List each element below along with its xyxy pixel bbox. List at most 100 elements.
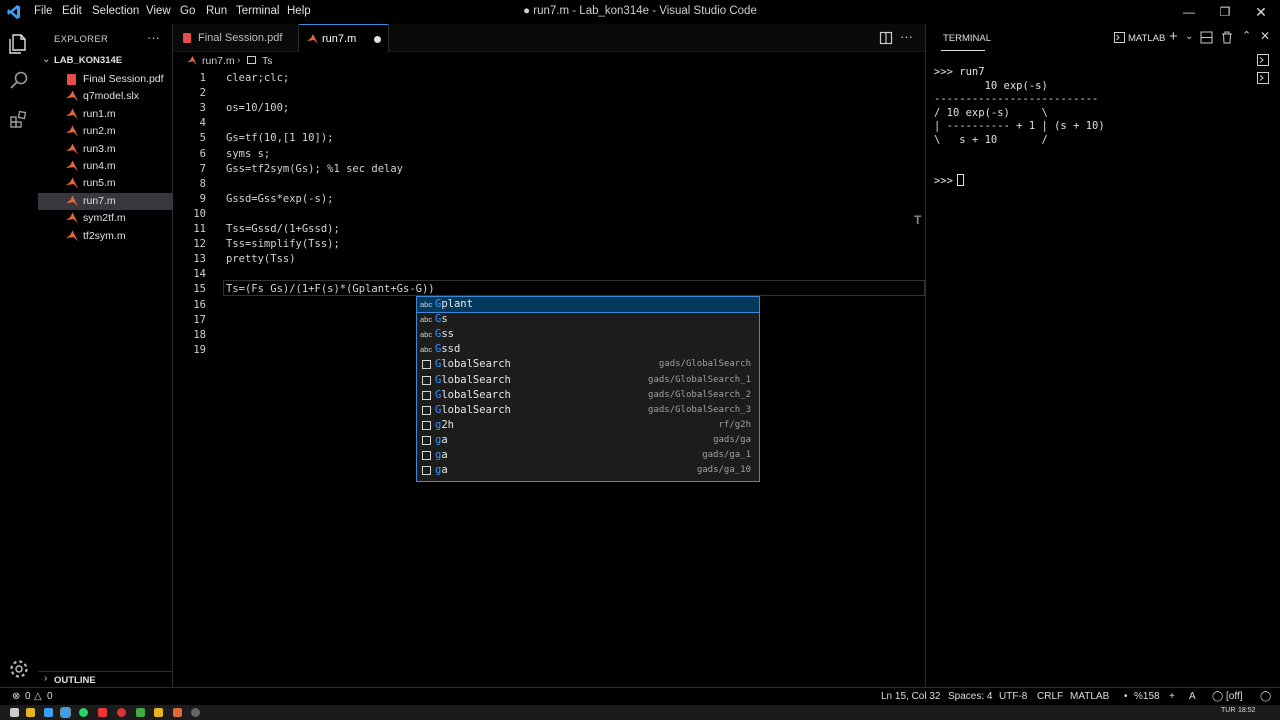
suggestion-item[interactable]: abc Gplant <box>417 297 759 313</box>
language-mode[interactable]: MATLAB <box>1070 691 1109 702</box>
suggestion-item[interactable]: g2h rf/g2h <box>417 418 759 433</box>
menu-file[interactable]: File <box>34 5 53 17</box>
file-item[interactable]: run5.m <box>38 175 173 192</box>
file-explorer-icon[interactable] <box>26 708 35 717</box>
error-count[interactable]: 0 <box>25 691 31 702</box>
suggestion-item[interactable]: abc Gs <box>417 312 759 327</box>
search-icon[interactable] <box>7 68 31 92</box>
suggestion-item[interactable]: GlobalSearch gads/GlobalSearch_2 <box>417 388 759 403</box>
tab-final-session-pdf[interactable]: Final Session.pdf <box>173 24 299 52</box>
cursor-position[interactable]: Ln 15, Col 32 <box>881 691 941 702</box>
code-line[interactable]: os=10/100; <box>226 102 289 114</box>
zoom-in-icon[interactable]: + <box>1169 691 1175 702</box>
app-icon[interactable] <box>136 708 145 717</box>
file-item[interactable]: run7.m <box>38 192 173 210</box>
matlab-taskbar-icon[interactable] <box>173 708 182 717</box>
outline-section[interactable]: › OUTLINE <box>38 671 173 687</box>
code-line[interactable]: Tss=Gssd/(1+Gssd); <box>226 223 340 235</box>
file-item[interactable]: run2.m <box>38 123 173 140</box>
file-item[interactable]: run1.m <box>38 106 173 123</box>
notifications-icon[interactable]: ◯ <box>1260 691 1271 702</box>
suggestion-item[interactable]: abc Gss <box>417 327 759 342</box>
suggestion-item[interactable]: abc Gssd <box>417 342 759 357</box>
folder-row[interactable]: ⌄ LAB_KON314E <box>38 54 173 68</box>
app-icon[interactable] <box>191 708 200 717</box>
vscode-taskbar-icon[interactable] <box>60 707 71 718</box>
split-editor-icon[interactable] <box>879 31 893 45</box>
file-item[interactable]: run3.m <box>38 141 173 158</box>
file-item[interactable]: q7model.slx <box>38 88 173 105</box>
terminal-profile[interactable]: MATLAB <box>1128 33 1165 44</box>
terminal-output[interactable]: >>> run7 10 exp(-s) --------------------… <box>934 66 1105 188</box>
unsaved-dot-icon[interactable] <box>374 36 381 43</box>
matlab-file-icon <box>66 195 78 207</box>
feedback-icon[interactable]: ◯ <box>1212 691 1223 702</box>
split-terminal-icon[interactable] <box>1200 31 1213 44</box>
app-icon[interactable] <box>154 708 163 717</box>
spell-check[interactable]: [off] <box>1226 691 1243 702</box>
error-icon[interactable]: ⊗ <box>12 691 20 702</box>
more-actions-icon[interactable]: ··· <box>147 30 160 45</box>
opera-icon[interactable] <box>117 708 126 717</box>
add-terminal-icon[interactable]: + <box>1169 28 1178 45</box>
explorer-icon[interactable] <box>7 32 31 56</box>
start-icon[interactable] <box>10 708 19 717</box>
menu-go[interactable]: Go <box>180 5 195 17</box>
store-icon[interactable] <box>44 708 53 717</box>
line-ending[interactable]: CRLF <box>1037 691 1063 702</box>
menu-selection[interactable]: Selection <box>92 5 139 17</box>
menu-run[interactable]: Run <box>206 5 227 17</box>
code-line[interactable]: Gs=tf(10,[1 10]); <box>226 132 333 144</box>
youtube-icon[interactable] <box>98 708 107 717</box>
suggestion-detail: gads/GlobalSearch_1 <box>648 374 751 385</box>
clock[interactable]: 18:52 <box>1238 707 1256 714</box>
suggestion-item[interactable]: GlobalSearch gads/GlobalSearch <box>417 357 759 372</box>
restore-icon[interactable]: ❐ <box>1217 4 1233 20</box>
file-item[interactable]: run4.m <box>38 158 173 175</box>
suggestion-item[interactable]: ga gads/ga <box>417 433 759 448</box>
code-line[interactable]: syms s; <box>226 148 270 160</box>
menu-help[interactable]: Help <box>287 5 311 17</box>
gear-icon[interactable] <box>7 657 31 681</box>
suggestion-item[interactable]: GlobalSearch gads/GlobalSearch_3 <box>417 403 759 418</box>
zoom-level[interactable]: %158 <box>1134 691 1160 702</box>
file-item[interactable]: tf2sym.m <box>38 228 173 245</box>
chevron-down-icon[interactable]: ⌄ <box>1185 31 1193 42</box>
minimize-icon[interactable]: — <box>1181 4 1197 20</box>
menu-terminal[interactable]: Terminal <box>236 5 279 17</box>
suggestion-item[interactable]: ga gads/ga_1 <box>417 448 759 463</box>
more-actions-icon[interactable]: ··· <box>900 29 913 44</box>
indentation[interactable]: Spaces: 4 <box>948 691 992 702</box>
breadcrumb-symbol[interactable]: Ts <box>262 55 273 67</box>
file-item[interactable]: Final Session.pdf <box>38 71 173 88</box>
trash-icon[interactable] <box>1221 31 1233 44</box>
keyboard-language[interactable]: TUR <box>1221 707 1235 714</box>
tab-terminal[interactable]: TERMINAL <box>943 33 991 44</box>
warning-icon[interactable]: △ <box>34 691 42 702</box>
menu-view[interactable]: View <box>146 5 171 17</box>
code-line[interactable]: pretty(Tss) <box>226 253 296 265</box>
terminal-instance-icon[interactable] <box>1257 72 1269 84</box>
close-icon[interactable]: ✕ <box>1253 4 1269 20</box>
extensions-icon[interactable] <box>7 108 31 132</box>
explorer-title: EXPLORER <box>54 34 109 45</box>
encoding[interactable]: UTF-8 <box>999 691 1027 702</box>
breadcrumb-file[interactable]: run7.m <box>202 55 235 67</box>
whatsapp-icon[interactable] <box>79 708 88 717</box>
suggestion-item[interactable]: GlobalSearch gads/GlobalSearch_1 <box>417 373 759 388</box>
code-line[interactable]: Gss=tf2sym(Gs); %1 sec delay <box>226 163 403 175</box>
code-line[interactable]: clear;clc; <box>226 72 289 84</box>
tab-run7-m[interactable]: run7.m <box>299 24 389 52</box>
suggestion-item[interactable]: ga gads/ga_10 <box>417 463 759 478</box>
warning-count[interactable]: 0 <box>47 691 53 702</box>
code-line[interactable]: Gssd=Gss*exp(-s); <box>226 193 333 205</box>
close-panel-icon[interactable]: ✕ <box>1260 29 1270 43</box>
font-size-icon[interactable]: A <box>1189 691 1196 702</box>
terminal-instance-icon[interactable] <box>1257 54 1269 66</box>
file-item[interactable]: sym2tf.m <box>38 210 173 227</box>
chevron-up-icon[interactable]: ⌃ <box>1242 29 1251 42</box>
menu-edit[interactable]: Edit <box>62 5 82 17</box>
suggestion-rest: lobalSearch <box>441 403 511 416</box>
code-line[interactable]: Tss=simplify(Tss); <box>226 238 340 250</box>
code-line[interactable]: Ts=(Fs Gs)/(1+F(s)*(Gplant+Gs-G)) <box>226 283 435 295</box>
